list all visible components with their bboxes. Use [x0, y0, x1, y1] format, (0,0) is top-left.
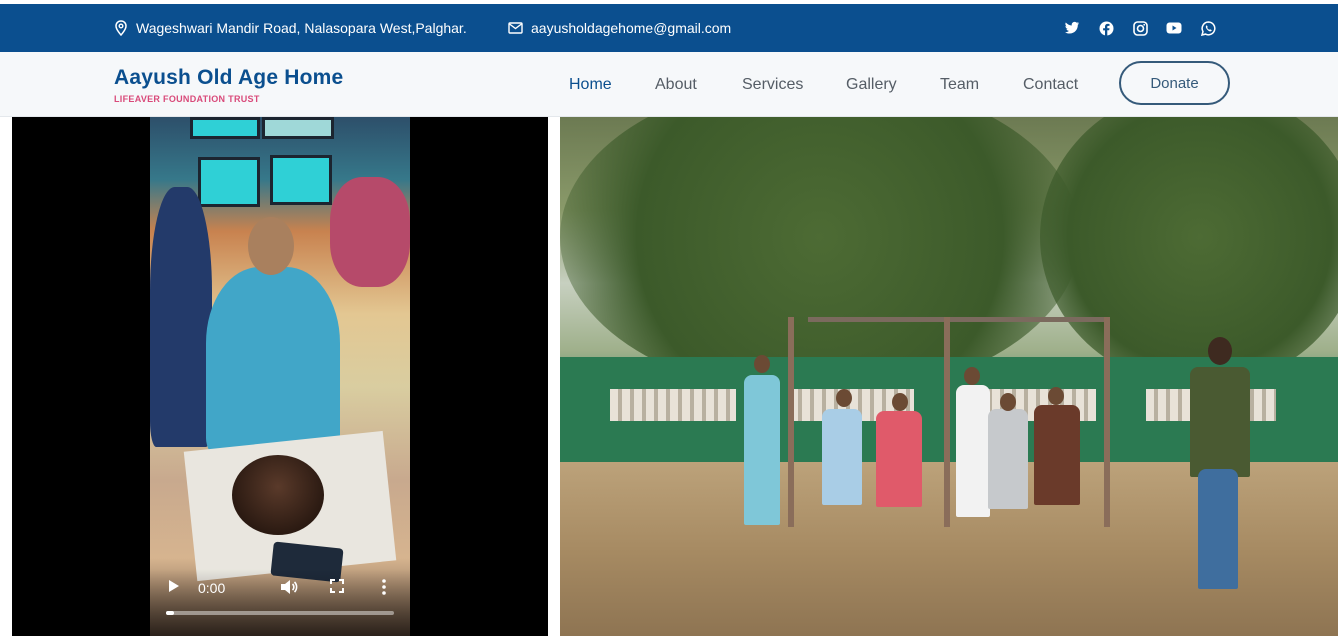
main-navbar: Aayush Old Age Home LIFEAVER FOUNDATION …	[0, 52, 1338, 117]
envelope-icon	[508, 22, 523, 34]
swing-pole	[1104, 317, 1110, 527]
current-time: 0:00	[198, 580, 226, 596]
site-title[interactable]: Aayush Old Age Home	[114, 66, 343, 90]
nav-item-team[interactable]: Team	[940, 76, 979, 94]
jeans	[1198, 469, 1238, 589]
video-controls: 0:00	[150, 569, 410, 636]
person-head	[754, 355, 770, 373]
brand-logo[interactable]: Aayush Old Age Home LIFEAVER FOUNDATION …	[114, 66, 343, 104]
nav-item-about[interactable]: About	[655, 76, 697, 94]
video-frame	[150, 117, 410, 636]
tv-screen	[262, 117, 334, 139]
site-subtitle: LIFEAVER FOUNDATION TRUST	[114, 94, 260, 104]
seated-man	[876, 411, 922, 507]
video-progress-bar[interactable]	[166, 611, 394, 615]
tv-screen	[198, 157, 260, 207]
address-text: Wageshwari Mandir Road, Nalasopara West,…	[136, 20, 467, 36]
woman-head	[248, 217, 294, 275]
volume-icon[interactable]	[280, 579, 298, 598]
seated-woman	[988, 409, 1028, 509]
fullscreen-icon[interactable]	[330, 579, 344, 596]
tv-screen	[270, 155, 332, 205]
person-head	[964, 367, 980, 385]
donate-button[interactable]: Donate	[1119, 61, 1230, 105]
whatsapp-icon[interactable]	[1200, 20, 1216, 36]
more-options-icon[interactable]	[382, 579, 386, 598]
nav-item-services[interactable]: Services	[742, 76, 803, 94]
swing-pole	[788, 317, 794, 527]
seated-man	[1034, 405, 1080, 505]
email-info[interactable]: aayusholdagehome@gmail.com	[508, 4, 731, 52]
person-head	[892, 393, 908, 411]
email-link[interactable]: aayusholdagehome@gmail.com	[531, 20, 731, 36]
standing-man	[956, 385, 990, 517]
person-head	[1000, 393, 1016, 411]
swing-pole	[944, 317, 950, 527]
nav-item-gallery[interactable]: Gallery	[846, 76, 897, 94]
map-pin-icon	[114, 20, 128, 36]
video-player[interactable]: 0:00	[12, 117, 548, 636]
top-info-bar: Wageshwari Mandir Road, Nalasopara West,…	[0, 4, 1338, 52]
wall-balustrade	[610, 389, 736, 421]
person-head	[1048, 387, 1064, 405]
standing-man	[744, 375, 780, 525]
gallery-photo	[560, 117, 1338, 636]
address-info: Wageshwari Mandir Road, Nalasopara West,…	[114, 4, 467, 52]
seated-woman-center	[206, 267, 340, 457]
play-icon[interactable]	[168, 579, 180, 596]
nav-item-home[interactable]: Home	[569, 76, 612, 94]
twitter-icon[interactable]	[1064, 20, 1080, 36]
social-links	[1064, 4, 1216, 52]
person-head	[1208, 337, 1232, 365]
standing-man-right	[1190, 367, 1250, 477]
seated-woman-left	[150, 187, 212, 447]
instagram-icon[interactable]	[1132, 20, 1148, 36]
seated-man	[822, 409, 862, 505]
facebook-icon[interactable]	[1098, 20, 1114, 36]
person-head	[836, 389, 852, 407]
youtube-icon[interactable]	[1166, 20, 1182, 36]
saree-folds	[330, 177, 410, 287]
tv-screen	[190, 117, 260, 139]
chocolate-cake	[232, 455, 324, 535]
nav-item-contact[interactable]: Contact	[1023, 76, 1078, 94]
